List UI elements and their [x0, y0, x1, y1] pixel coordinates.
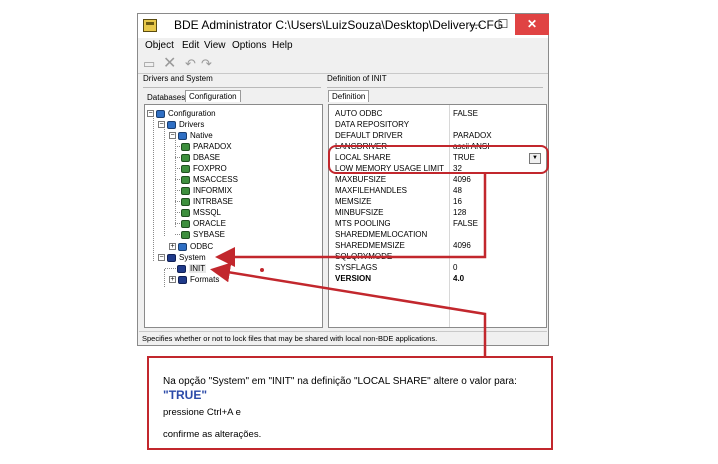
expand-icon[interactable]: + [169, 276, 176, 284]
def-row[interactable]: MTS POOLING FALSE [329, 218, 546, 229]
tree-driver-intrbase[interactable]: INTRBASE [175, 196, 233, 207]
def-row[interactable]: MAXBUFSIZE 4096 [329, 174, 546, 185]
def-row[interactable]: AUTO ODBC FALSE [329, 108, 546, 119]
menu-edit[interactable]: Edit [182, 40, 199, 51]
menu-options[interactable]: Options [232, 40, 266, 51]
driver-icon [181, 197, 190, 206]
menu-bar: Object Edit View Options Help [138, 38, 548, 54]
def-row[interactable]: VERSION 4.0 [329, 273, 546, 284]
callout-line4: confirme as alterações. [163, 429, 262, 440]
tab-databases[interactable]: Databases [144, 92, 188, 103]
tree-odbc[interactable]: + ODBC [169, 241, 213, 252]
bde-app-icon [143, 19, 157, 32]
tree-formats[interactable]: + Formats [169, 274, 219, 285]
bde-administrator-window: BDE Administrator C:\Users\LuizSouza\Des… [137, 13, 549, 346]
tree-driver-mssql[interactable]: MSSQL [175, 207, 221, 218]
callout-value: "TRUE" [163, 388, 208, 402]
tab-configuration[interactable]: Configuration [185, 90, 241, 102]
driver-icon [181, 164, 190, 173]
title-bar: BDE Administrator C:\Users\LuizSouza\Des… [138, 14, 549, 38]
expand-icon[interactable]: + [169, 243, 176, 251]
def-row[interactable]: DATA REPOSITORY [329, 119, 546, 130]
toolbar: ▭ ✕ ↶ ↷ [138, 55, 548, 74]
tree-configuration[interactable]: − Configuration [147, 108, 216, 119]
odbc-icon [178, 242, 187, 251]
redo-icon[interactable]: ↷ [201, 56, 212, 72]
tree-init[interactable]: INIT [165, 263, 207, 274]
def-row[interactable]: MINBUFSIZE 128 [329, 207, 546, 218]
tree-drivers[interactable]: − Drivers [158, 119, 204, 130]
collapse-icon[interactable]: − [147, 110, 154, 118]
def-row[interactable]: SYSFLAGS 0 [329, 262, 546, 273]
driver-icon [181, 175, 190, 184]
def-row[interactable]: DEFAULT DRIVER PARADOX [329, 130, 546, 141]
driver-icon [181, 186, 190, 195]
def-row[interactable]: MEMSIZE 16 [329, 196, 546, 207]
window-title: BDE Administrator C:\Users\LuizSouza\Des… [174, 18, 504, 32]
driver-icon [181, 230, 190, 239]
drivers-icon [167, 120, 176, 129]
tree-driver-dbase[interactable]: DBASE [175, 152, 220, 163]
driver-icon [181, 153, 190, 162]
left-panel-header: Drivers and System [143, 74, 321, 88]
formats-icon [178, 275, 187, 284]
minimize-button[interactable]: — [461, 14, 489, 35]
driver-icon [181, 219, 190, 228]
native-icon [178, 131, 187, 140]
configuration-tree: − Configuration − Drivers − Native PARADOX … [144, 104, 323, 328]
system-icon [167, 253, 176, 262]
right-panel-header: Definition of INIT [327, 74, 543, 88]
open-icon[interactable]: ▭ [143, 56, 155, 72]
tree-driver-informix[interactable]: INFORMIX [175, 185, 232, 196]
driver-icon [181, 142, 190, 151]
def-row[interactable]: SHAREDMEMSIZE 4096 [329, 240, 546, 251]
delete-icon[interactable]: ✕ [163, 53, 176, 73]
status-bar: Specifies whether or not to lock files t… [139, 331, 547, 344]
local-share-highlight [328, 145, 549, 174]
tree-system[interactable]: − System [158, 252, 206, 263]
menu-view[interactable]: View [204, 40, 226, 51]
def-row[interactable]: SHAREDMEMLOCATION [329, 229, 546, 240]
tree-driver-msaccess[interactable]: MSACCESS [175, 174, 238, 185]
tree-driver-oracle[interactable]: ORACLE [175, 218, 226, 229]
def-row[interactable]: MAXFILEHANDLES 48 [329, 185, 546, 196]
tree-driver-foxpro[interactable]: FOXPRO [175, 163, 227, 174]
callout-line3: pressione Ctrl+A e [163, 407, 241, 418]
collapse-icon[interactable]: − [169, 132, 176, 140]
tree-driver-paradox[interactable]: PARADOX [175, 141, 232, 152]
instruction-callout: Na opção "System" em "INIT" na definição… [147, 356, 553, 450]
init-icon [177, 264, 186, 273]
callout-line1: Na opção "System" em "INIT" na definição… [163, 376, 517, 387]
close-button[interactable]: ✕ [515, 14, 549, 35]
configuration-icon [156, 109, 165, 118]
tab-definition[interactable]: Definition [328, 90, 370, 102]
collapse-icon[interactable]: − [158, 254, 165, 262]
def-row[interactable]: SQLQRYMODE [329, 251, 546, 262]
tree-native[interactable]: − Native [169, 130, 213, 141]
menu-object[interactable]: Object [145, 40, 174, 51]
maximize-button[interactable]: ☐ [489, 14, 517, 35]
definition-grid: AUTO ODBC FALSE DATA REPOSITORY DEFAULT D… [328, 104, 547, 328]
collapse-icon[interactable]: − [158, 121, 165, 129]
undo-icon[interactable]: ↶ [185, 56, 196, 72]
driver-icon [181, 208, 190, 217]
menu-help[interactable]: Help [272, 40, 293, 51]
tree-driver-sybase[interactable]: SYBASE [175, 229, 225, 240]
